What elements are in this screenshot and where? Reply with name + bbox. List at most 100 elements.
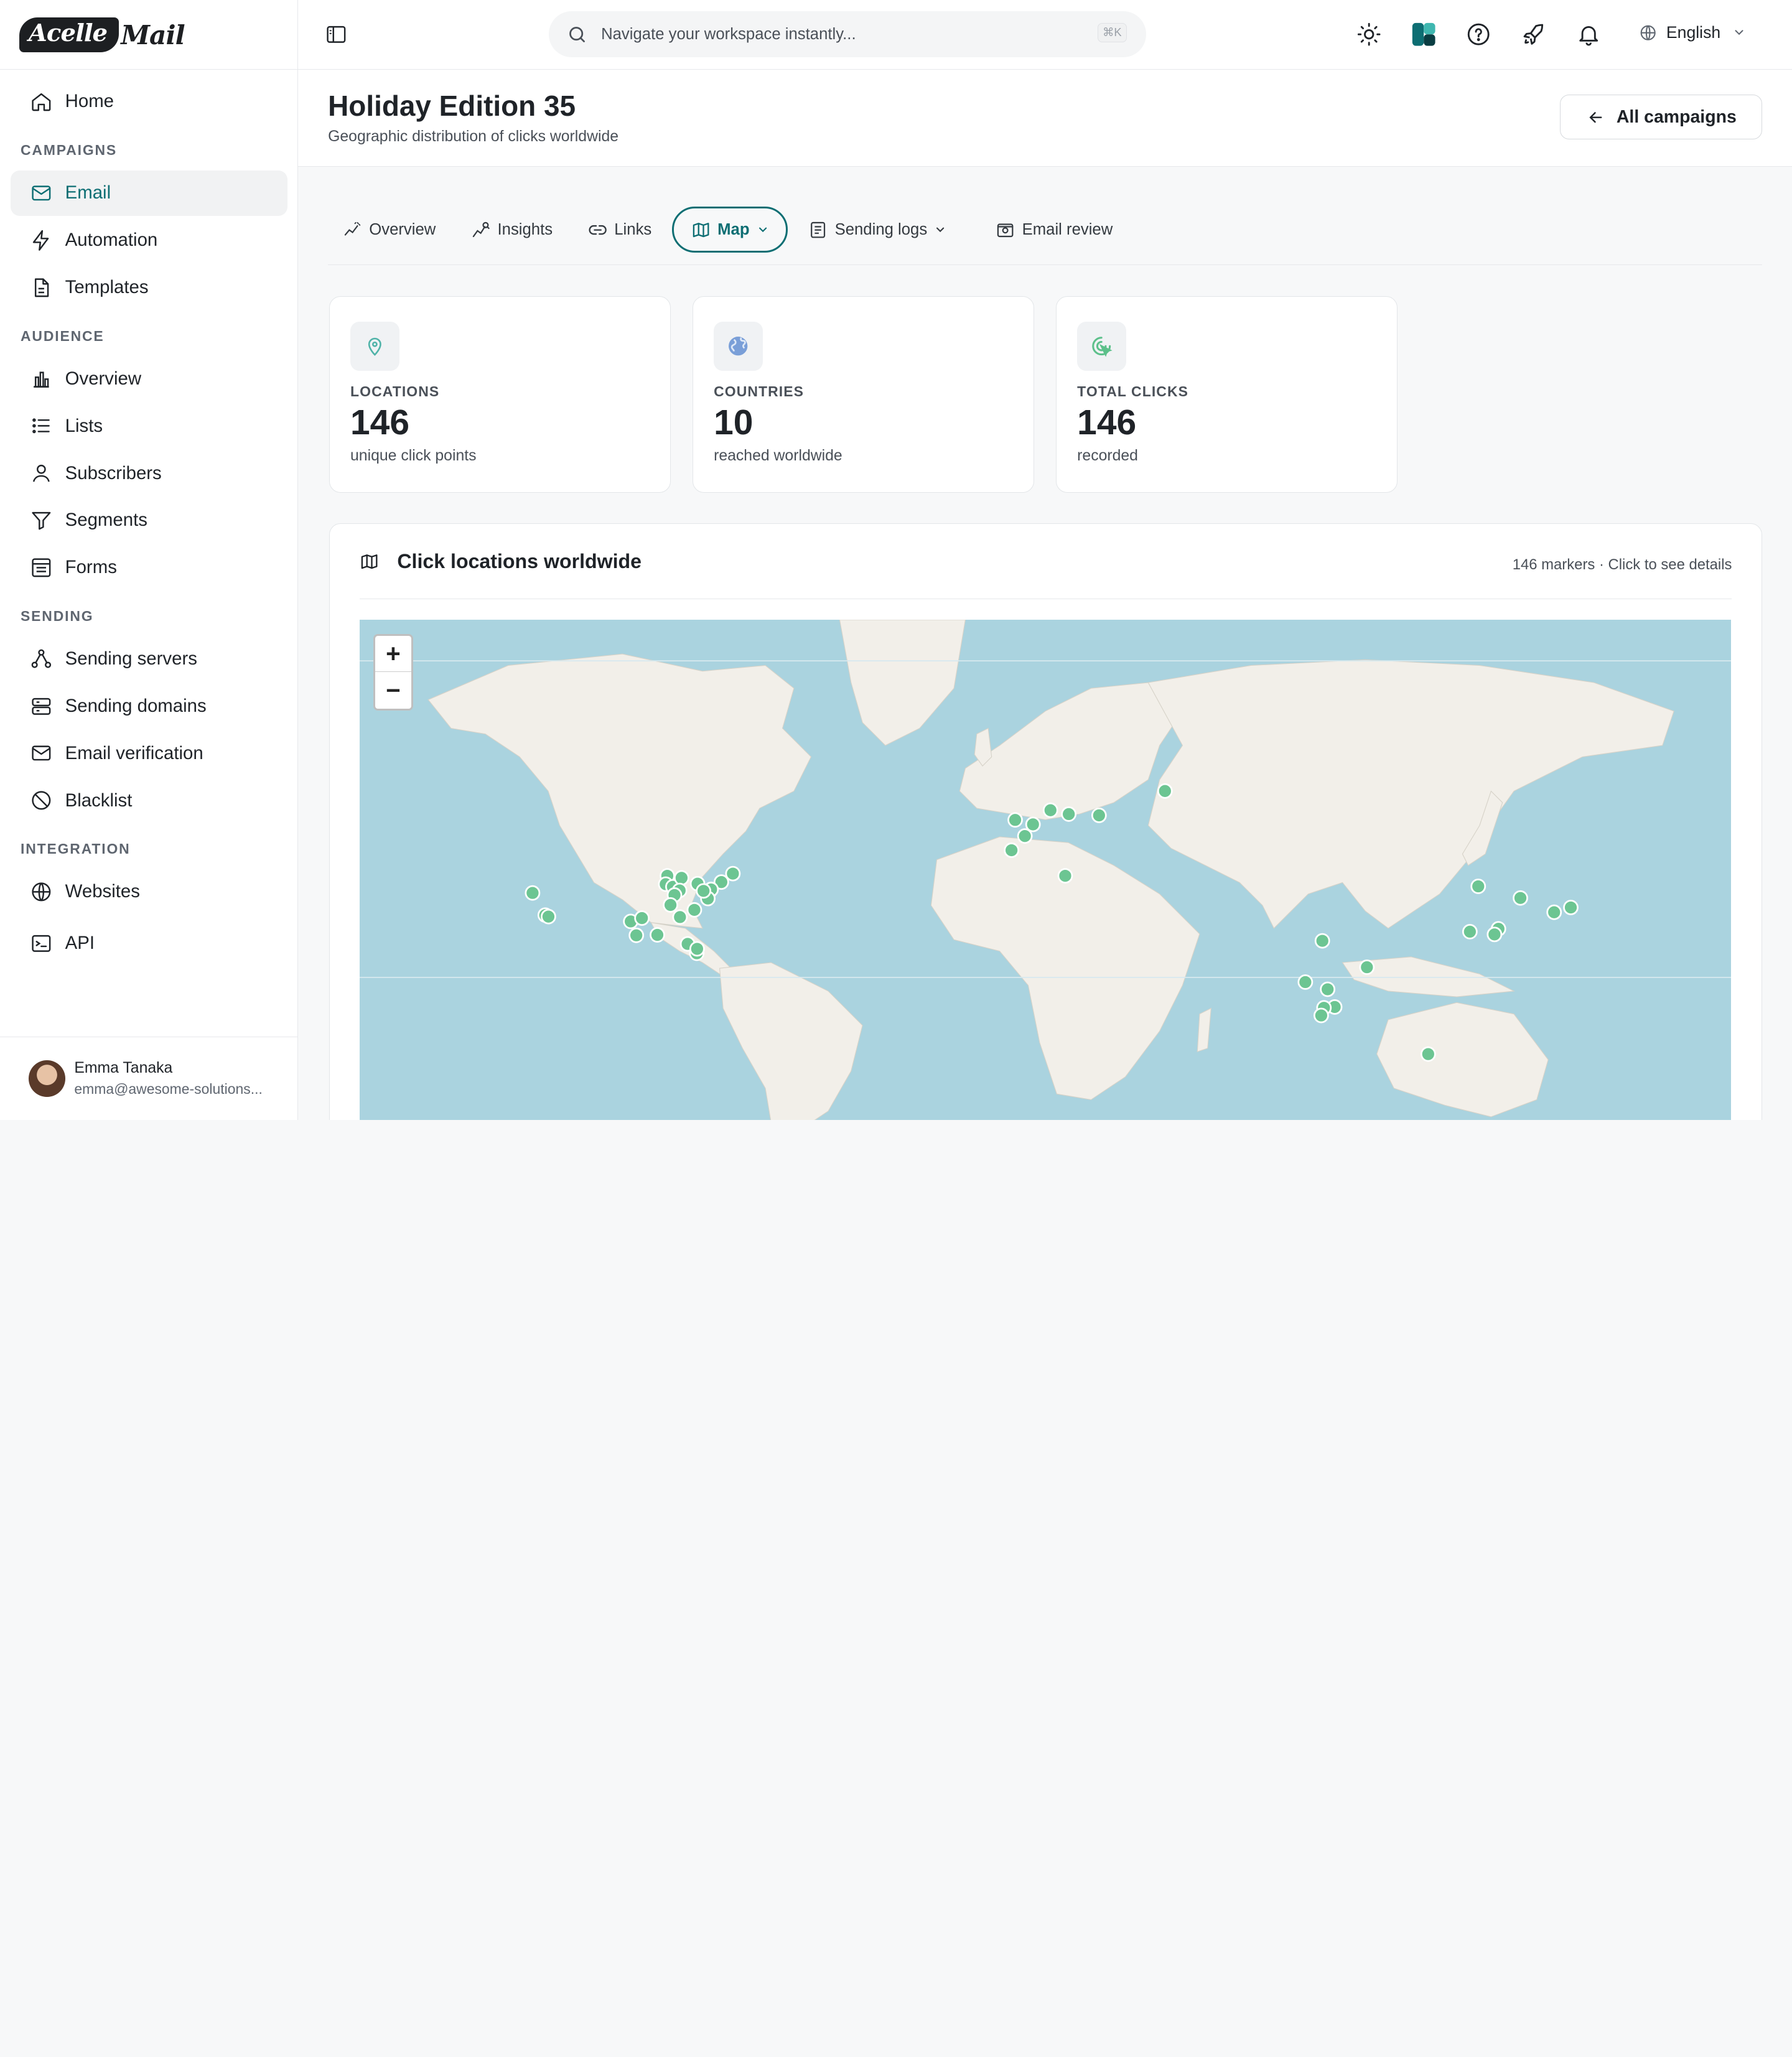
user-email: emma@awesome-solutions... — [74, 1080, 263, 1097]
world-map[interactable]: + − — [359, 620, 1731, 1120]
world-map-canvas[interactable] — [359, 620, 1731, 1120]
bell-icon[interactable] — [1575, 21, 1602, 48]
sidebar-toggle-icon[interactable] — [325, 23, 348, 46]
click-location-marker[interactable] — [1470, 879, 1486, 895]
globe-icon — [1639, 24, 1657, 42]
click-location-marker[interactable] — [673, 870, 689, 886]
sun-icon[interactable] — [1355, 21, 1383, 48]
click-location-marker[interactable] — [689, 941, 705, 957]
click-location-marker[interactable] — [1057, 868, 1073, 884]
sidebar-item-label: Segments — [65, 510, 147, 531]
click-location-marker[interactable] — [1314, 933, 1330, 949]
click-location-marker[interactable] — [672, 909, 688, 925]
click-location-marker[interactable] — [695, 883, 711, 899]
click-location-marker[interactable] — [1060, 806, 1076, 823]
click-location-marker[interactable] — [1562, 900, 1579, 916]
all-campaigns-button[interactable]: All campaigns — [1559, 95, 1763, 140]
click-location-marker[interactable] — [1157, 783, 1173, 800]
sidebar-item-automation[interactable]: Automation — [11, 217, 287, 263]
sidebar-item-label: Overview — [65, 368, 142, 389]
click-location-marker[interactable] — [1091, 808, 1107, 824]
sidebar-item-label: Automation — [65, 230, 158, 251]
click-location-marker[interactable] — [1359, 959, 1374, 976]
brand-logo[interactable]: Acelle Mail — [19, 17, 185, 52]
sidebar-item-api[interactable]: API — [11, 920, 287, 966]
click-location-marker[interactable] — [1313, 1008, 1329, 1024]
stat-value: 146 — [350, 402, 409, 442]
click-location-marker[interactable] — [1003, 842, 1019, 859]
click-location-marker[interactable] — [628, 928, 644, 944]
map-card-header: Click locations worldwide 146 markers · … — [359, 524, 1732, 600]
click-location-marker[interactable] — [1007, 812, 1023, 828]
help-icon[interactable] — [1465, 21, 1493, 48]
filter-icon — [30, 509, 53, 532]
sidebar-item-label: Home — [65, 91, 114, 112]
click-location-marker[interactable] — [662, 897, 678, 913]
sidebar-item-label: Forms — [65, 557, 117, 578]
search-input[interactable] — [601, 25, 1081, 44]
tab-map[interactable]: Map — [672, 207, 788, 253]
brand-logo-part2: Mail — [121, 19, 185, 50]
click-location-marker[interactable] — [1512, 890, 1528, 907]
rocket-icon[interactable] — [1520, 21, 1547, 48]
all-campaigns-label: All campaigns — [1616, 106, 1737, 127]
tab-email-review[interactable]: Email review — [981, 207, 1128, 252]
section-sending: SENDING — [21, 608, 94, 624]
click-location-marker[interactable] — [1042, 803, 1058, 819]
sidebar-item-sending-servers[interactable]: Sending servers — [11, 636, 287, 681]
theme-palette-icon[interactable] — [1410, 21, 1437, 48]
click-location-marker[interactable] — [1486, 926, 1502, 943]
stat-description: reached worldwide — [714, 447, 842, 465]
tab-sending-logs[interactable]: Sending logs — [793, 207, 961, 252]
sidebar-item-home[interactable]: Home — [11, 79, 287, 124]
sidebar-item-lists[interactable]: Lists — [11, 403, 287, 449]
sidebar-item-websites[interactable]: Websites — [11, 869, 287, 915]
click-location-marker[interactable] — [1319, 982, 1335, 997]
sidebar-item-label: Blacklist — [65, 790, 133, 811]
sidebar-item-subscribers[interactable]: Subscribers — [11, 450, 287, 496]
log-icon — [808, 220, 828, 240]
click-location-marker[interactable] — [1462, 924, 1478, 940]
sidebar-item-overview[interactable]: Overview — [11, 356, 287, 401]
language-selector[interactable]: English — [1639, 23, 1746, 42]
sidebar-item-label: Sending domains — [65, 695, 207, 716]
click-location-marker[interactable] — [1297, 974, 1313, 991]
click-location-marker[interactable] — [725, 866, 740, 882]
click-location-marker[interactable] — [633, 910, 650, 926]
sidebar-item-label: Sending servers — [65, 648, 197, 669]
tab-label: Insights — [497, 220, 553, 238]
sidebar-item-blacklist[interactable]: Blacklist — [11, 778, 287, 823]
sidebar-item-label: Websites — [65, 881, 140, 902]
sidebar-item-segments[interactable]: Segments — [11, 498, 287, 543]
zoom-in-button[interactable]: + — [375, 636, 412, 673]
click-location-marker[interactable] — [540, 909, 556, 925]
brand-logo-part1: Acelle — [19, 17, 119, 52]
sidebar-item-email[interactable]: Email — [10, 170, 287, 217]
click-location-marker[interactable] — [1546, 905, 1562, 921]
tab-insights[interactable]: Insights — [456, 207, 567, 252]
chevron-down-icon — [934, 223, 946, 236]
topbar: ⌘K English — [298, 0, 1792, 70]
sidebar-item-sending-domains[interactable]: Sending domains — [11, 683, 287, 729]
stat-value: 10 — [714, 402, 754, 442]
click-location-marker[interactable] — [649, 927, 665, 943]
chevron-down-icon — [757, 223, 769, 236]
map-card: Click locations worldwide 146 markers · … — [329, 523, 1763, 1120]
user-profile[interactable]: Emma Tanaka emma@awesome-solutions... — [0, 1036, 297, 1120]
map-marker-count: 146 markers · Click to see details — [1512, 556, 1732, 573]
sidebar: Acelle Mail Home CAMPAIGNS Email Automat… — [0, 0, 299, 1120]
sidebar-item-templates[interactable]: Templates — [11, 264, 287, 310]
sidebar-item-forms[interactable]: Forms — [11, 544, 287, 590]
click-location-marker[interactable] — [686, 902, 702, 918]
zoom-out-button[interactable]: − — [375, 672, 411, 709]
click-location-marker[interactable] — [525, 885, 541, 902]
sidebar-item-label: Lists — [65, 415, 103, 436]
sidebar-item-email-verification[interactable]: Email verification — [11, 730, 287, 776]
logo-bar: Acelle Mail — [0, 0, 298, 70]
tab-links[interactable]: Links — [573, 207, 666, 252]
stat-description: unique click points — [350, 447, 477, 465]
click-location-marker[interactable] — [1025, 817, 1041, 833]
click-location-marker[interactable] — [1420, 1047, 1436, 1063]
search-bar[interactable]: ⌘K — [548, 11, 1147, 57]
tab-overview[interactable]: Overview — [328, 207, 450, 252]
